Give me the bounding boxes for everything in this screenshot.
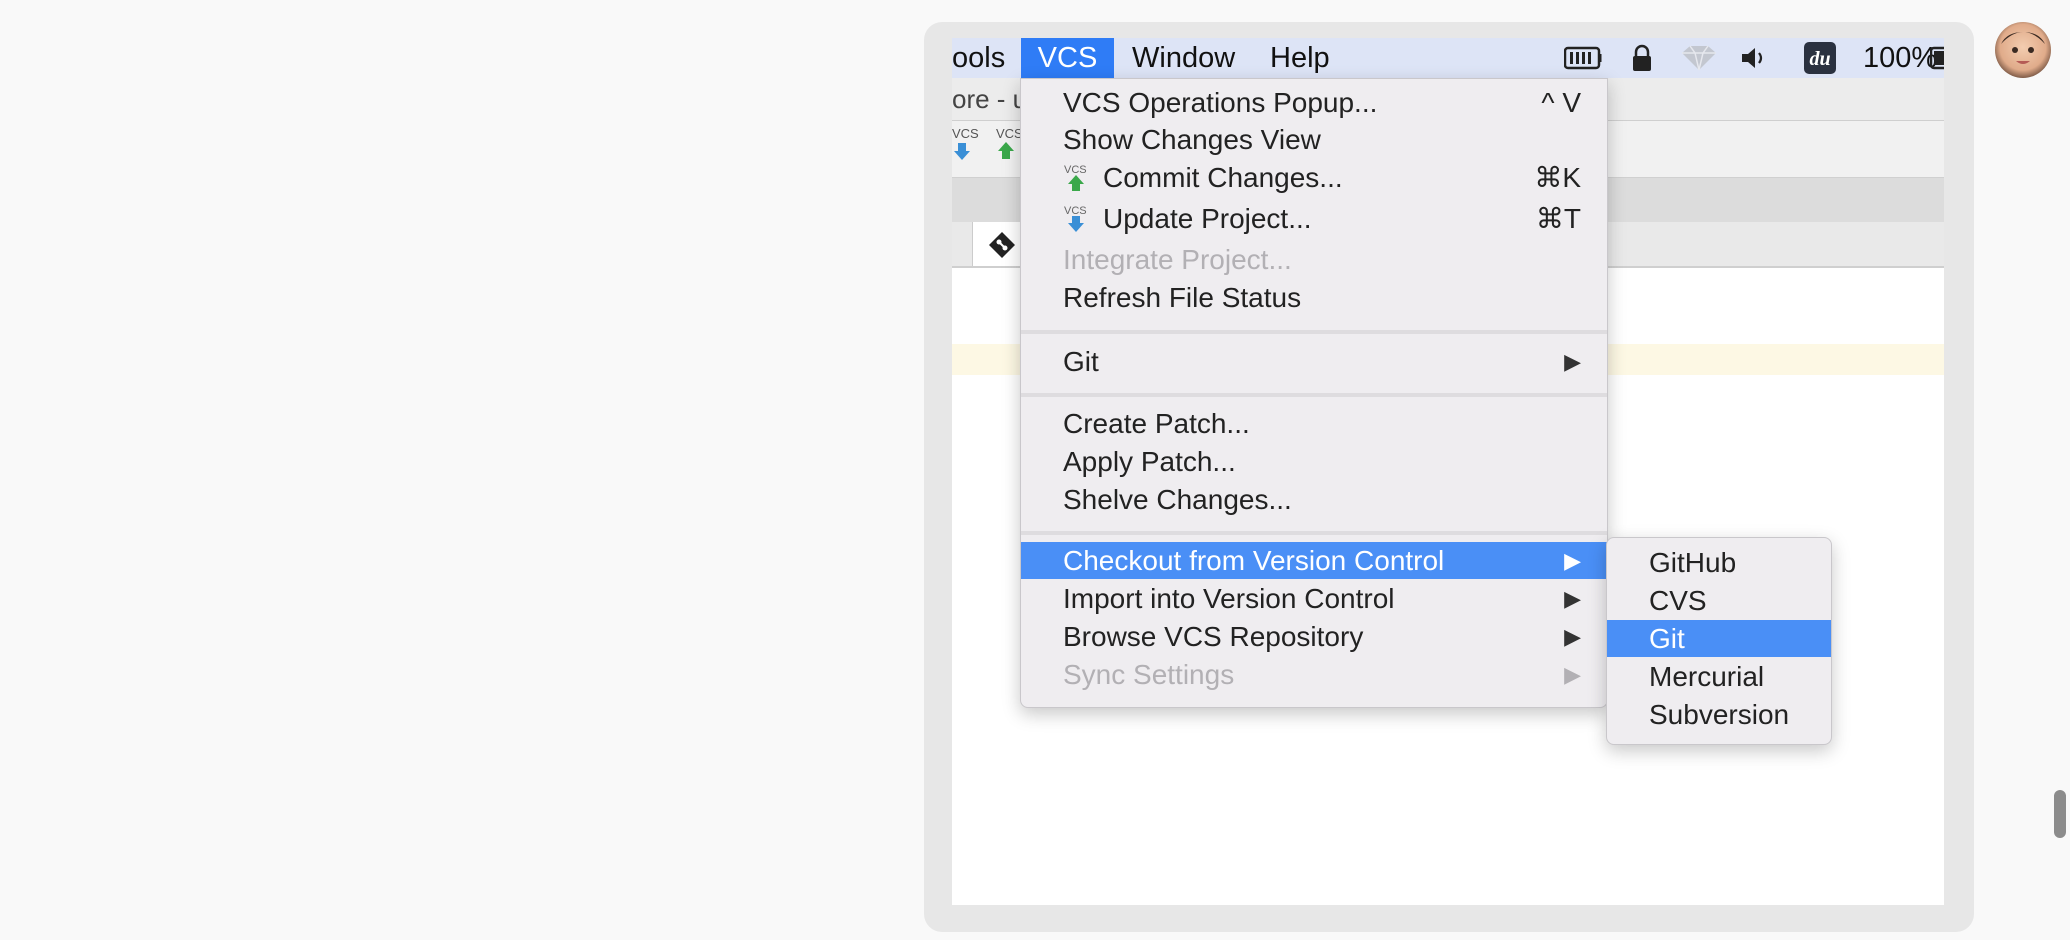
menu-item-create-patch[interactable]: Create Patch... xyxy=(1021,405,1607,442)
menu-item-browse-vcs-repository[interactable]: Browse VCS Repository ▶ xyxy=(1021,618,1607,655)
menu-item-vcs-operations-popup[interactable]: VCS Operations Popup... ^ V xyxy=(1021,84,1607,121)
volume-icon[interactable] xyxy=(1740,38,1770,78)
menu-separator xyxy=(1021,393,1607,397)
avatar[interactable] xyxy=(1995,22,2051,78)
menu-item-apply-patch[interactable]: Apply Patch... xyxy=(1021,443,1607,480)
menu-item-import-into-version-control[interactable]: Import into Version Control ▶ xyxy=(1021,580,1607,617)
diamond-icon[interactable] xyxy=(1680,38,1718,78)
menu-item-git[interactable]: Git ▶ xyxy=(1021,343,1607,380)
shortcut-label: ⌘K xyxy=(1534,162,1581,193)
shortcut-label: ^ V xyxy=(1541,87,1581,118)
submenu-item-git[interactable]: Git xyxy=(1607,620,1831,657)
menu-item-update-project[interactable]: VCS Update Project... ⌘T xyxy=(1021,200,1607,237)
submenu-item-subversion[interactable]: Subversion xyxy=(1607,696,1831,733)
submenu-arrow-icon: ▶ xyxy=(1564,662,1581,687)
menu-item-integrate-project: Integrate Project... xyxy=(1063,244,1292,275)
submenu-arrow-icon: ▶ xyxy=(1564,349,1581,374)
submenu-arrow-icon: ▶ xyxy=(1564,586,1581,611)
menu-item-shelve-changes[interactable]: Shelve Changes... xyxy=(1021,481,1607,518)
svg-text:VCS: VCS xyxy=(1064,205,1087,217)
baby-face-icon xyxy=(2001,32,2045,64)
shortcut-label: ⌘T xyxy=(1535,203,1581,234)
submenu-item-mercurial[interactable]: Mercurial xyxy=(1607,658,1831,695)
toolbar-vcs-label-2: VCS xyxy=(996,126,1023,141)
toolbar-vcs-commit-icon[interactable]: VCS xyxy=(996,126,1023,167)
vcs-update-icon: VCS xyxy=(1063,204,1093,234)
menu-bar: ools VCS Window Help du 100% xyxy=(952,38,1944,79)
menu-vcs[interactable]: VCS xyxy=(1021,38,1114,78)
menu-separator xyxy=(1021,531,1607,535)
menu-window[interactable]: Window xyxy=(1132,38,1235,78)
git-icon xyxy=(989,232,1015,258)
submenu-arrow-icon: ▶ xyxy=(1564,548,1581,573)
submenu-item-cvs[interactable]: CVS xyxy=(1607,582,1831,619)
toolbar-vcs-label: VCS xyxy=(952,126,979,141)
battery-percent: 100% xyxy=(1863,42,1938,74)
menu-item-refresh-file-status[interactable]: Refresh File Status xyxy=(1021,279,1607,316)
lock-icon[interactable] xyxy=(1630,38,1654,78)
checkout-submenu: GitHub CVS Git Mercurial Subversion xyxy=(1606,537,1832,745)
submenu-item-github[interactable]: GitHub xyxy=(1607,544,1831,581)
menu-help[interactable]: Help xyxy=(1270,38,1330,78)
window-title: ore - u xyxy=(952,84,1028,114)
vcs-commit-icon: VCS xyxy=(1063,163,1093,193)
menu-tools[interactable]: ools xyxy=(952,38,1005,78)
menu-separator xyxy=(1021,330,1607,334)
battery-bars-icon[interactable] xyxy=(1564,38,1602,78)
menu-item-show-changes-view[interactable]: Show Changes View xyxy=(1021,121,1607,158)
menu-item-checkout-from-version-control[interactable]: Checkout from Version Control ▶ xyxy=(1021,542,1607,579)
vcs-menu: VCS Operations Popup... ^ V Show Changes… xyxy=(1020,78,1608,708)
toolbar-vcs-update-icon[interactable]: VCS xyxy=(952,126,979,167)
page-scrollbar-thumb[interactable] xyxy=(2054,790,2066,838)
menu-item-sync-settings: Sync Settings ▶ xyxy=(1021,656,1607,693)
menu-item-commit-changes[interactable]: VCS Commit Changes... ⌘K xyxy=(1021,159,1607,196)
svg-text:VCS: VCS xyxy=(1064,164,1087,176)
submenu-arrow-icon: ▶ xyxy=(1564,624,1581,649)
svg-text:du: du xyxy=(1809,48,1830,70)
battery-icon[interactable] xyxy=(1930,38,1944,78)
baidu-du-icon[interactable]: du xyxy=(1804,38,1836,78)
